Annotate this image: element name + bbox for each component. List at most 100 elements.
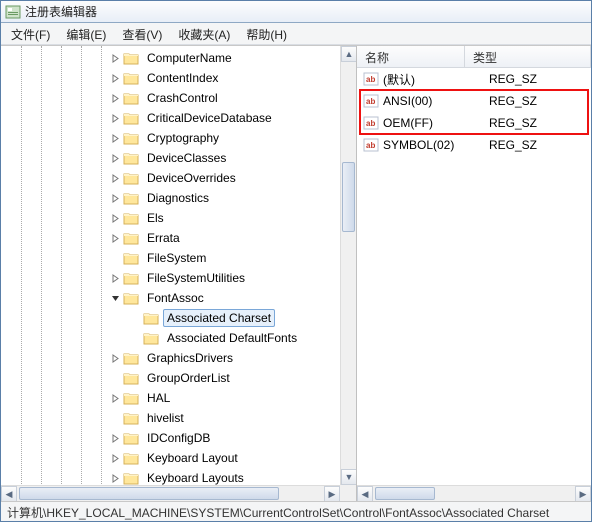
tree-item-label: FontAssoc bbox=[143, 289, 208, 307]
expand-icon[interactable] bbox=[109, 472, 121, 484]
expand-icon[interactable] bbox=[109, 192, 121, 204]
list-scrollbar-horizontal[interactable]: ◀ ▶ bbox=[357, 485, 591, 501]
tree-item[interactable]: hivelist bbox=[1, 408, 340, 428]
tree-item[interactable]: CrashControl bbox=[1, 88, 340, 108]
tree-item-label: GraphicsDrivers bbox=[143, 349, 237, 367]
expand-icon[interactable] bbox=[109, 352, 121, 364]
scroll-left-button[interactable]: ◀ bbox=[1, 486, 17, 501]
expand-icon[interactable] bbox=[109, 132, 121, 144]
folder-icon bbox=[123, 451, 139, 465]
tree-item[interactable]: DeviceOverrides bbox=[1, 168, 340, 188]
list-header: 名称 类型 bbox=[357, 46, 591, 68]
expander-none bbox=[109, 412, 121, 424]
value-name: SYMBOL(02) bbox=[383, 138, 485, 152]
value-name: ANSI(00) bbox=[383, 94, 485, 108]
tree-item[interactable]: Associated DefaultFonts bbox=[1, 328, 340, 348]
status-path: 计算机\HKEY_LOCAL_MACHINE\SYSTEM\CurrentCon… bbox=[7, 506, 549, 520]
folder-icon bbox=[123, 151, 139, 165]
list-row[interactable]: ab (默认)REG_SZ bbox=[357, 68, 591, 90]
folder-icon bbox=[123, 471, 139, 485]
list-row[interactable]: abANSI(00)REG_SZ bbox=[357, 90, 591, 112]
expand-icon[interactable] bbox=[109, 452, 121, 464]
string-value-icon: ab bbox=[363, 71, 379, 87]
folder-icon bbox=[123, 71, 139, 85]
tree-item[interactable]: DeviceClasses bbox=[1, 148, 340, 168]
folder-icon bbox=[123, 391, 139, 405]
folder-icon bbox=[123, 411, 139, 425]
tree-item-label: IDConfigDB bbox=[143, 429, 214, 447]
tree-item[interactable]: Keyboard Layout bbox=[1, 448, 340, 468]
expand-icon[interactable] bbox=[109, 272, 121, 284]
folder-icon bbox=[123, 371, 139, 385]
tree-item[interactable]: ContentIndex bbox=[1, 68, 340, 88]
expand-icon[interactable] bbox=[109, 112, 121, 124]
list-row[interactable]: abSYMBOL(02)REG_SZ bbox=[357, 134, 591, 156]
tree-item[interactable]: Diagnostics bbox=[1, 188, 340, 208]
scroll-left-button[interactable]: ◀ bbox=[357, 486, 373, 501]
expand-icon[interactable] bbox=[109, 172, 121, 184]
expand-icon[interactable] bbox=[109, 72, 121, 84]
menu-view[interactable]: 查看(V) bbox=[114, 23, 170, 44]
collapse-icon[interactable] bbox=[109, 292, 121, 304]
value-type: REG_SZ bbox=[485, 116, 591, 130]
col-header-name[interactable]: 名称 bbox=[357, 46, 465, 67]
value-name: (默认) bbox=[383, 71, 485, 88]
tree-item[interactable]: Keyboard Layouts bbox=[1, 468, 340, 485]
tree-item-selected[interactable]: Associated Charset bbox=[1, 308, 340, 328]
list-row[interactable]: abOEM(FF)REG_SZ bbox=[357, 112, 591, 134]
tree-item[interactable]: IDConfigDB bbox=[1, 428, 340, 448]
col-header-type[interactable]: 类型 bbox=[465, 46, 591, 67]
folder-icon bbox=[123, 131, 139, 145]
menu-favorites[interactable]: 收藏夹(A) bbox=[170, 23, 238, 44]
folder-icon bbox=[123, 111, 139, 125]
svg-text:ab: ab bbox=[366, 119, 375, 128]
tree-item[interactable]: FontAssoc bbox=[1, 288, 340, 308]
tree-item[interactable]: Els bbox=[1, 208, 340, 228]
scroll-right-button[interactable]: ▶ bbox=[324, 486, 340, 501]
tree-scrollbar-vertical[interactable]: ▲ ▼ bbox=[340, 46, 356, 485]
folder-icon bbox=[143, 311, 159, 325]
scroll-right-button[interactable]: ▶ bbox=[575, 486, 591, 501]
expander-none bbox=[109, 372, 121, 384]
list-body[interactable]: ab(默认)REG_SZabANSI(00)REG_SZabOEM(FF)REG… bbox=[357, 68, 591, 156]
tree-item[interactable]: FileSystem bbox=[1, 248, 340, 268]
tree-item[interactable]: FileSystemUtilities bbox=[1, 268, 340, 288]
tree-item[interactable]: Cryptography bbox=[1, 128, 340, 148]
tree-scrollbar-horizontal[interactable]: ◀ ▶ bbox=[1, 485, 340, 501]
expand-icon[interactable] bbox=[109, 432, 121, 444]
svg-text:ab: ab bbox=[366, 75, 375, 84]
expand-icon[interactable] bbox=[109, 92, 121, 104]
tree-item-label: Keyboard Layouts bbox=[143, 469, 248, 485]
tree-item-label: DeviceClasses bbox=[143, 149, 230, 167]
folder-icon bbox=[123, 231, 139, 245]
tree-item[interactable]: Errata bbox=[1, 228, 340, 248]
expand-icon[interactable] bbox=[109, 152, 121, 164]
menu-file[interactable]: 文件(F) bbox=[3, 23, 58, 44]
tree-item-label: Associated Charset bbox=[163, 309, 275, 327]
tree-item-label: Cryptography bbox=[143, 129, 223, 147]
expand-icon[interactable] bbox=[109, 212, 121, 224]
tree-item-label: Keyboard Layout bbox=[143, 449, 242, 467]
tree-item[interactable]: GroupOrderList bbox=[1, 368, 340, 388]
value-type: REG_SZ bbox=[485, 94, 591, 108]
tree-item-label: HAL bbox=[143, 389, 174, 407]
value-type: REG_SZ bbox=[485, 72, 591, 86]
scroll-up-button[interactable]: ▲ bbox=[341, 46, 357, 62]
tree-item-label: GroupOrderList bbox=[143, 369, 234, 387]
expand-icon[interactable] bbox=[109, 232, 121, 244]
menu-edit[interactable]: 编辑(E) bbox=[58, 23, 114, 44]
tree-item-label: CrashControl bbox=[143, 89, 222, 107]
menu-help[interactable]: 帮助(H) bbox=[238, 23, 295, 44]
tree-scroll-area[interactable]: ComputerNameContentIndexCrashControlCrit… bbox=[1, 46, 340, 485]
folder-icon bbox=[123, 351, 139, 365]
expand-icon[interactable] bbox=[109, 52, 121, 64]
list-pane: 名称 类型 ab(默认)REG_SZabANSI(00)REG_SZabOEM(… bbox=[357, 46, 591, 501]
tree-item[interactable]: GraphicsDrivers bbox=[1, 348, 340, 368]
tree-item[interactable]: CriticalDeviceDatabase bbox=[1, 108, 340, 128]
statusbar: 计算机\HKEY_LOCAL_MACHINE\SYSTEM\CurrentCon… bbox=[1, 501, 591, 521]
expand-icon[interactable] bbox=[109, 392, 121, 404]
tree-item[interactable]: ComputerName bbox=[1, 48, 340, 68]
folder-icon bbox=[123, 171, 139, 185]
scroll-down-button[interactable]: ▼ bbox=[341, 469, 357, 485]
tree-item[interactable]: HAL bbox=[1, 388, 340, 408]
